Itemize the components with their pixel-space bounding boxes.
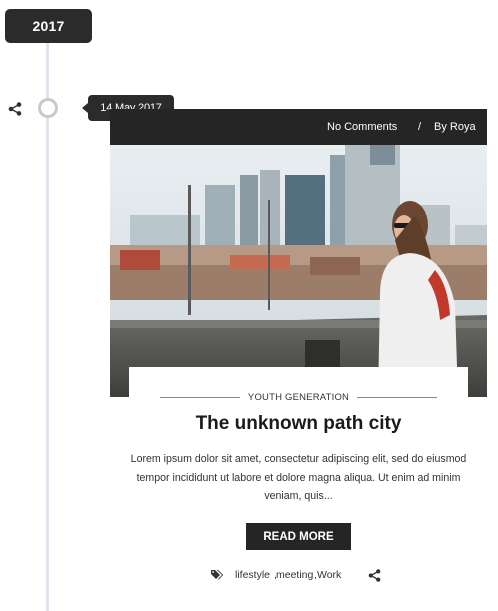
read-more-button[interactable]: READ MORE [246, 523, 351, 550]
tag-link-meeting[interactable]: meeting [276, 569, 313, 581]
tag-link-lifestyle[interactable]: lifestyle [235, 569, 270, 581]
meta-separator: / [418, 121, 422, 133]
tags-icon [211, 569, 224, 580]
category-rule-right [357, 396, 438, 398]
post-category: YOUTH GENERATION [160, 390, 438, 404]
post-featured-image[interactable] [110, 145, 487, 397]
share-icon[interactable] [368, 569, 381, 582]
share-icon[interactable] [8, 102, 22, 116]
timeline-node [38, 98, 58, 118]
category-link[interactable]: YOUTH GENERATION [240, 392, 357, 403]
post-title[interactable]: The unknown path city [110, 413, 487, 435]
year-badge[interactable]: 2017 [5, 9, 92, 43]
comments-link[interactable]: No Comments [327, 121, 397, 133]
post-excerpt: Lorem ipsum dolor sit amet, consectetur … [130, 453, 467, 502]
category-rule-left [160, 396, 240, 398]
author-link[interactable]: By Roya [434, 121, 476, 133]
post-meta-bar: No Comments / By Roya [110, 109, 487, 145]
timeline-line [46, 40, 49, 611]
tag-link-work[interactable]: Work [317, 569, 341, 581]
